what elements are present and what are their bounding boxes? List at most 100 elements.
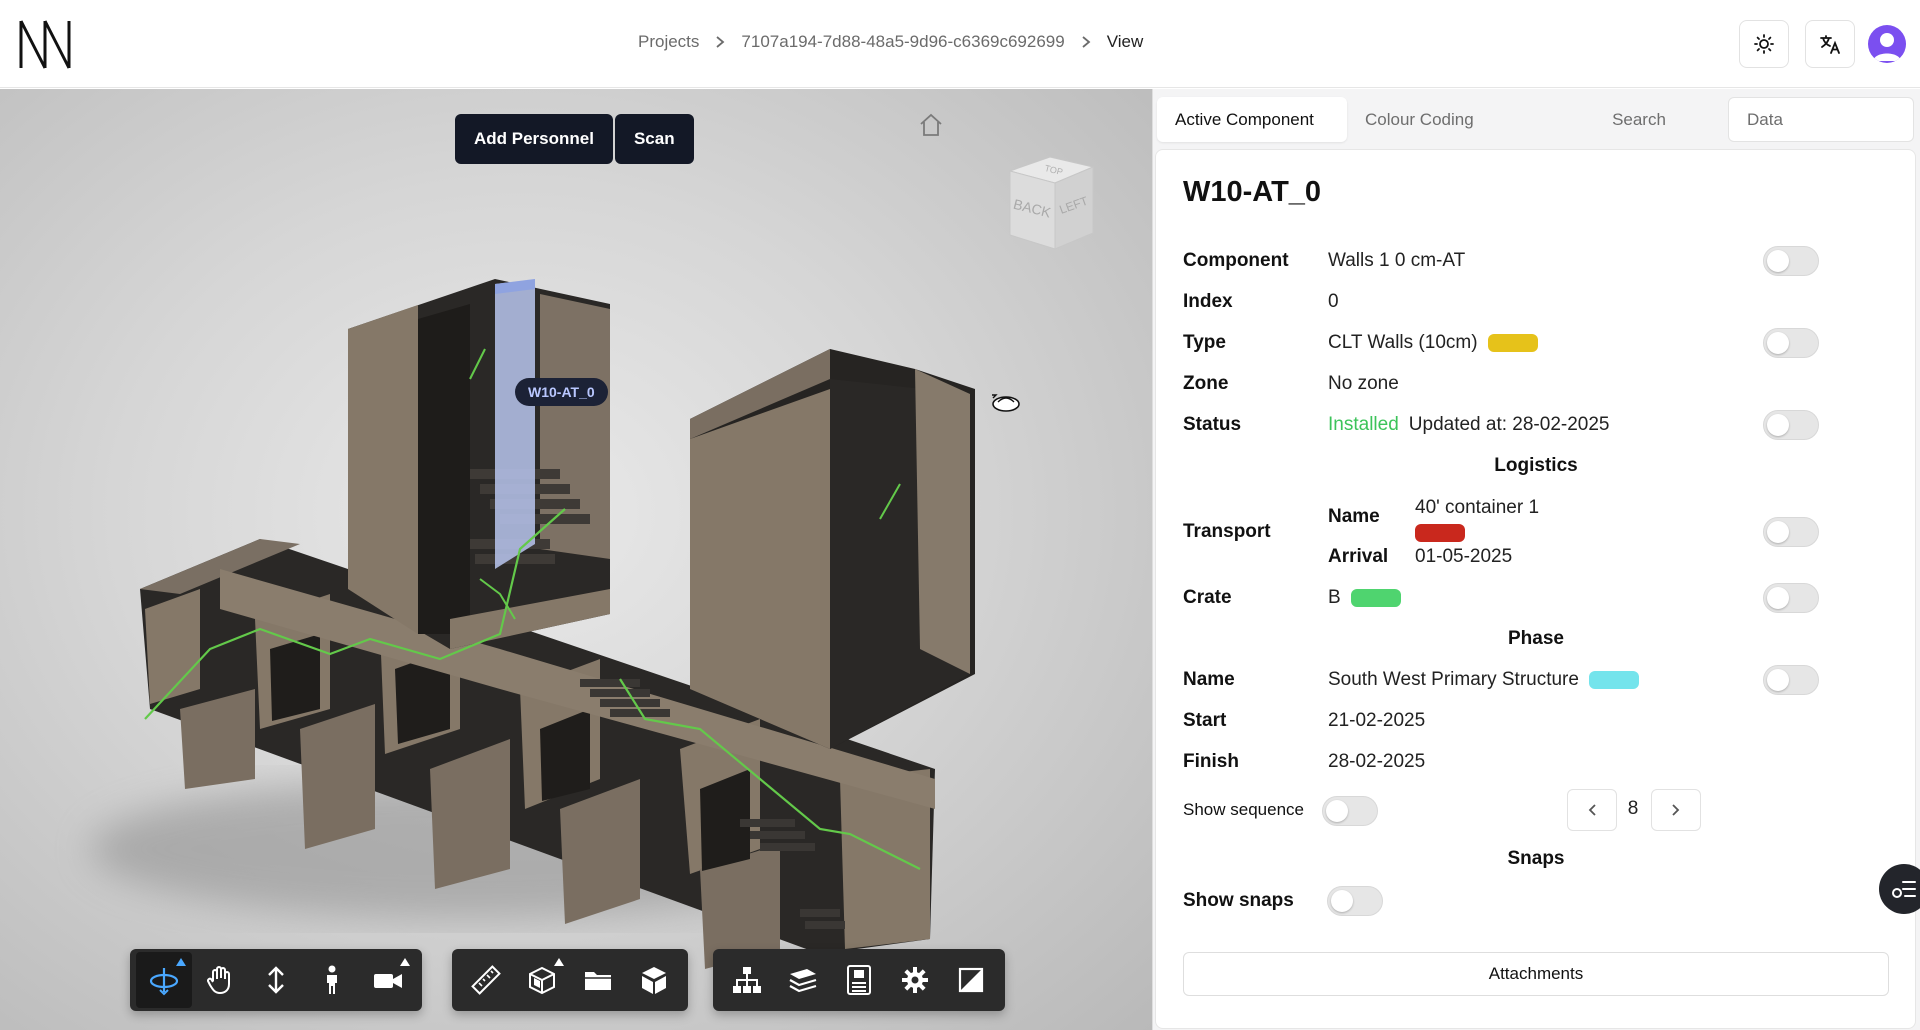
- orbit-tool-button[interactable]: [136, 952, 192, 1008]
- type-value-row: CLT Walls (10cm): [1328, 332, 1538, 354]
- toggle-knob: [1331, 890, 1353, 912]
- phase-start-value: 21-02-2025: [1328, 710, 1426, 731]
- toggle-knob: [1767, 414, 1789, 436]
- add-personnel-button[interactable]: Add Personnel: [455, 114, 613, 164]
- chevron-left-icon: [1588, 804, 1596, 816]
- toggle-knob: [1767, 669, 1789, 691]
- breadcrumb-current: View: [1106, 32, 1144, 51]
- tab-data[interactable]: Data: [1728, 97, 1914, 142]
- type-color-swatch: [1487, 334, 1538, 352]
- properties-icon: [847, 965, 871, 995]
- tab-active-component[interactable]: Active Component: [1157, 97, 1347, 142]
- component-value: Walls 1 0 cm-AT: [1328, 250, 1466, 271]
- phase-start-label: Start: [1183, 710, 1227, 731]
- camera-tool-button[interactable]: [360, 952, 416, 1008]
- submenu-indicator-icon: [400, 958, 410, 966]
- sequence-next-button[interactable]: [1651, 789, 1701, 831]
- model-tool-button[interactable]: [626, 952, 682, 1008]
- hand-icon: [207, 966, 230, 994]
- toggle-knob: [1767, 521, 1789, 543]
- measure-tool-button[interactable]: [458, 952, 514, 1008]
- phase-heading: Phase: [1508, 628, 1564, 649]
- person-icon: [327, 965, 337, 994]
- zone-label: Zone: [1183, 373, 1229, 394]
- theme-toggle-button[interactable]: [1739, 20, 1789, 68]
- component-tag[interactable]: W10-AT_0: [515, 378, 608, 406]
- fullscreen-icon: [958, 967, 984, 993]
- status-value: Installed: [1328, 414, 1399, 435]
- show-sequence-toggle[interactable]: [1322, 796, 1378, 826]
- user-icon: [1873, 33, 1901, 61]
- type-toggle[interactable]: [1763, 328, 1819, 358]
- zoom-tool-button[interactable]: [248, 952, 304, 1008]
- chevron-right-icon: [715, 35, 725, 49]
- video-camera-icon: [374, 974, 402, 988]
- layers-tool-button[interactable]: [775, 952, 831, 1008]
- cube-icon: [642, 967, 666, 994]
- scan-button[interactable]: Scan: [614, 114, 694, 164]
- status-updated: Updated at: 28-02-2025: [1408, 414, 1610, 435]
- sun-icon: [1754, 34, 1774, 54]
- tools-toolbar: [452, 949, 688, 1011]
- transport-name-value: 40' container 1: [1415, 497, 1540, 518]
- settings-toolbar: [713, 949, 1005, 1011]
- translate-icon: [1820, 35, 1840, 54]
- index-label: Index: [1183, 291, 1233, 312]
- toggle-knob: [1767, 332, 1789, 354]
- view-cube[interactable]: TOP BACK LEFT: [995, 149, 1105, 259]
- index-value: 0: [1328, 291, 1339, 312]
- breadcrumb-project-id[interactable]: 7107a194-7d88-48a5-9d96-c6369c692699: [741, 32, 1064, 52]
- crate-value-row: B: [1328, 587, 1401, 609]
- panel-tabs: Active Component Colour Coding Search Da…: [1157, 97, 1914, 144]
- layers-icon: [789, 969, 817, 993]
- viewer-actions: Add Personnel Scan: [455, 114, 694, 164]
- tab-colour-coding[interactable]: Colour Coding: [1347, 97, 1554, 142]
- sequence-prev-button[interactable]: [1567, 789, 1617, 831]
- show-snaps-toggle[interactable]: [1327, 886, 1383, 916]
- component-toggle[interactable]: [1763, 246, 1819, 276]
- arrival-value: 01-05-2025: [1415, 546, 1513, 567]
- arrival-label: Arrival: [1328, 546, 1389, 567]
- phase-color-swatch: [1588, 671, 1639, 689]
- sequence-number: 8: [1627, 798, 1639, 819]
- top-header: Projects 7107a194-7d88-48a5-9d96-c6369c6…: [0, 0, 1920, 88]
- transport-toggle[interactable]: [1763, 517, 1819, 547]
- section-tool-button[interactable]: [514, 952, 570, 1008]
- user-avatar[interactable]: [1868, 25, 1906, 63]
- gear-icon: [902, 967, 928, 993]
- crate-toggle[interactable]: [1763, 583, 1819, 613]
- submenu-indicator-icon: [554, 958, 564, 966]
- show-snaps-label: Show snaps: [1183, 890, 1294, 911]
- language-button[interactable]: [1805, 20, 1855, 68]
- show-sequence-label: Show sequence: [1183, 800, 1304, 819]
- toggle-knob: [1326, 800, 1348, 822]
- phase-name-value: South West Primary Structure: [1328, 669, 1579, 690]
- app-logo[interactable]: [18, 18, 72, 70]
- transport-color-swatch: [1415, 524, 1465, 542]
- vertical-arrows-icon: [268, 966, 284, 994]
- logistics-heading: Logistics: [1494, 455, 1578, 476]
- building-model[interactable]: [0, 89, 1152, 1030]
- pan-tool-button[interactable]: [192, 952, 248, 1008]
- fullscreen-tool-button[interactable]: [943, 952, 999, 1008]
- status-toggle[interactable]: [1763, 410, 1819, 440]
- orbit-cursor-icon: [992, 394, 1020, 412]
- phase-toggle[interactable]: [1763, 665, 1819, 695]
- orbit-icon: [149, 968, 179, 996]
- folder-icon: [585, 972, 611, 990]
- toggle-knob: [1767, 250, 1789, 272]
- attachments-button[interactable]: Attachments: [1183, 952, 1889, 996]
- properties-tool-button[interactable]: [831, 952, 887, 1008]
- breadcrumb-projects[interactable]: Projects: [638, 32, 699, 52]
- settings-tool-button[interactable]: [887, 952, 943, 1008]
- ruler-icon: [471, 965, 501, 995]
- phase-finish-label: Finish: [1183, 751, 1239, 772]
- explode-tool-button[interactable]: [570, 952, 626, 1008]
- toggle-knob: [1767, 587, 1789, 609]
- 3d-viewer[interactable]: Add Personnel Scan TOP BACK LEFT W10-AT_…: [0, 89, 1152, 1030]
- first-person-tool-button[interactable]: [304, 952, 360, 1008]
- tab-search[interactable]: Search: [1554, 97, 1724, 142]
- model-browser-tool-button[interactable]: [719, 952, 775, 1008]
- phase-name-row: South West Primary Structure: [1328, 669, 1639, 691]
- home-icon[interactable]: [918, 112, 944, 138]
